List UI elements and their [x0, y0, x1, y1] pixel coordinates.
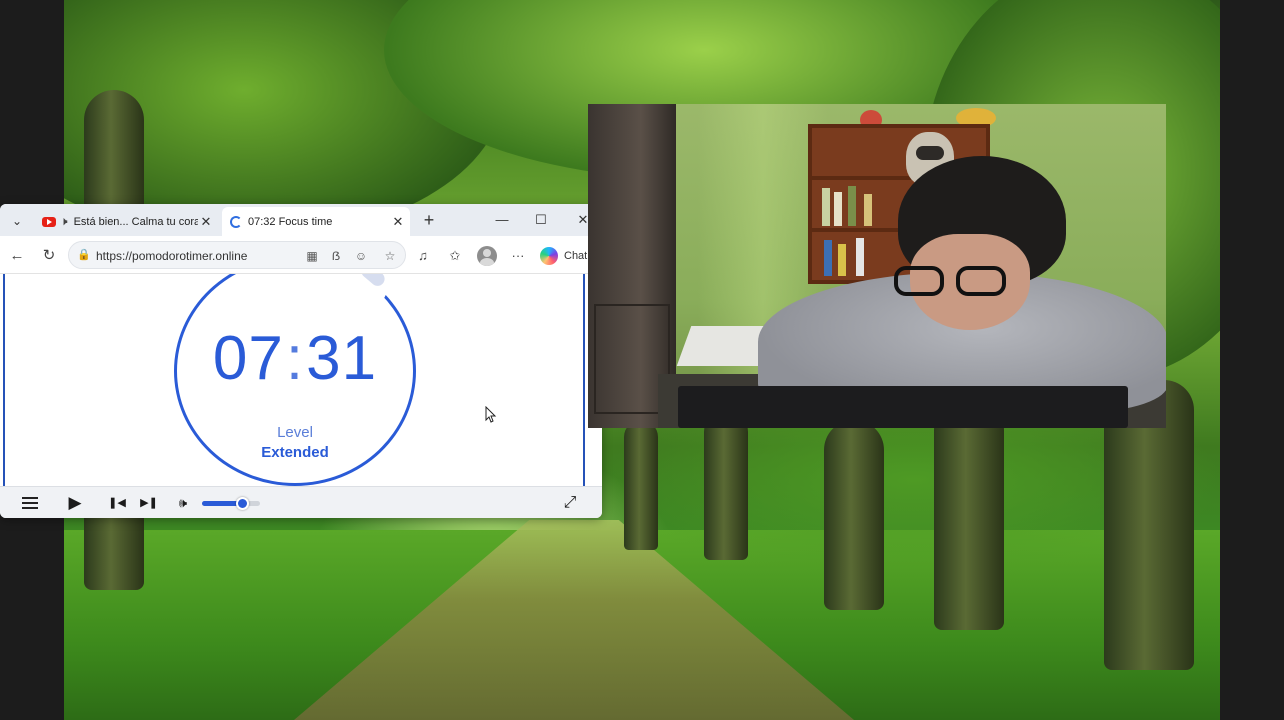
- timer-seconds: 31: [306, 324, 378, 393]
- divider: [583, 274, 585, 486]
- youtube-icon: [42, 216, 56, 227]
- star-icon[interactable]: ☆: [381, 247, 399, 265]
- loading-spinner-icon: [230, 215, 242, 228]
- book: [848, 186, 856, 226]
- timer-display: 07:31: [174, 324, 416, 394]
- glasses-lens-left: [894, 266, 944, 296]
- back-icon[interactable]: ←: [6, 245, 28, 267]
- tab-youtube[interactable]: 🕨 Está bien... Calma tu cora ✕: [36, 207, 218, 236]
- url-text: https://pomodorotimer.online: [96, 249, 248, 263]
- volume-icon[interactable]: 🕪: [172, 492, 194, 514]
- timer-separator: :: [285, 324, 305, 393]
- tree-trunk: [624, 420, 658, 550]
- tab-switcher-icon[interactable]: ⌄: [6, 210, 28, 232]
- plus-icon[interactable]: +: [418, 210, 440, 232]
- webcam-feed: [588, 104, 1166, 428]
- glasses-lens-right: [956, 266, 1006, 296]
- tab-title: Está bien... Calma tu cora: [73, 215, 198, 228]
- book: [834, 192, 842, 226]
- copilot-icon: [540, 247, 558, 265]
- emoji-icon[interactable]: ☺: [352, 247, 370, 265]
- divider: [3, 274, 5, 486]
- tree-trunk: [824, 420, 884, 610]
- tab-title: 07:32 Focus time: [248, 215, 333, 228]
- book: [824, 240, 832, 276]
- tab-strip: ⌄ 🕨 Está bien... Calma tu cora ✕ 07:32 F…: [0, 204, 602, 236]
- timer-minutes: 07: [212, 324, 284, 393]
- translate-icon[interactable]: ẞ: [327, 247, 345, 265]
- minimize-icon[interactable]: —: [489, 208, 515, 232]
- monitor: [678, 386, 1128, 428]
- media-control-icon[interactable]: ♫: [412, 245, 434, 267]
- address-bar: ← ↻ 🔒 https://pomodorotimer.online ▦ ẞ ☺…: [0, 236, 602, 274]
- desktop-stage: ⌄ 🕨 Está bien... Calma tu cora ✕ 07:32 F…: [0, 0, 1284, 720]
- tab-focus-time[interactable]: 07:32 Focus time ✕: [222, 207, 410, 236]
- book: [864, 194, 872, 226]
- more-icon[interactable]: ···: [507, 245, 529, 267]
- volume-knob[interactable]: [235, 497, 249, 510]
- maximize-icon[interactable]: ☐: [528, 208, 554, 232]
- menu-icon[interactable]: [22, 497, 38, 509]
- next-icon[interactable]: ▶❚: [138, 492, 160, 514]
- page-content: 07:31 Level Extended: [0, 274, 602, 486]
- level-label: Level: [277, 424, 313, 441]
- media-player-bar: ▶ ❚◀ ▶❚ 🕪 ⤢: [0, 486, 602, 518]
- book: [856, 238, 864, 276]
- close-icon[interactable]: ✕: [198, 214, 214, 230]
- reload-icon[interactable]: ↻: [38, 245, 60, 267]
- tree-trunk: [934, 400, 1004, 630]
- copilot-label: Chat: [564, 250, 588, 262]
- profile-icon[interactable]: [477, 246, 497, 266]
- lock-icon[interactable]: 🔒: [77, 248, 91, 261]
- previous-icon[interactable]: ❚◀: [106, 492, 128, 514]
- tree-trunk: [704, 410, 748, 560]
- volume-slider[interactable]: [202, 497, 260, 510]
- person-glasses: [894, 266, 1024, 300]
- grid-icon[interactable]: ▦: [303, 247, 321, 265]
- fullscreen-icon[interactable]: ⤢: [559, 492, 581, 514]
- url-field[interactable]: 🔒 https://pomodorotimer.online ▦ ẞ ☺ ☆: [68, 241, 406, 269]
- browser-window: ⌄ 🕨 Está bien... Calma tu cora ✕ 07:32 F…: [0, 204, 602, 518]
- book: [822, 188, 830, 226]
- book: [838, 244, 846, 276]
- favorites-icon[interactable]: ✩: [444, 245, 466, 267]
- play-icon[interactable]: ▶: [64, 492, 86, 514]
- speaker-icon[interactable]: 🕨: [60, 214, 68, 229]
- level-value[interactable]: Extended: [174, 444, 416, 461]
- close-icon[interactable]: ✕: [390, 214, 406, 230]
